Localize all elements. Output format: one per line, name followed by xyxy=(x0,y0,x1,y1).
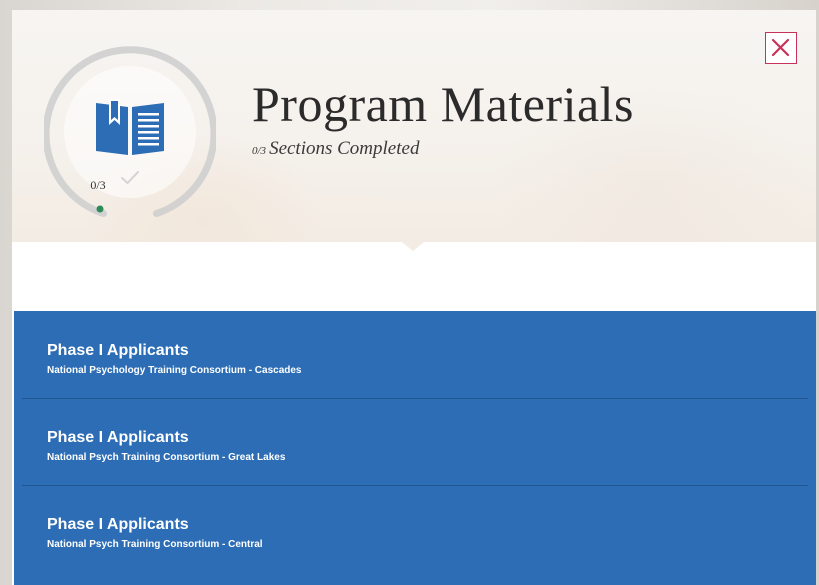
section-title: Phase I Applicants xyxy=(47,342,189,359)
sections-completed-text: Sections Completed xyxy=(269,138,420,159)
section-list: Phase I Applicants National Psychology T… xyxy=(14,311,816,585)
section-subtitle: National Psychology Training Consortium … xyxy=(47,365,302,376)
section-item-great-lakes[interactable]: Phase I Applicants National Psych Traini… xyxy=(14,398,816,485)
sections-completed-subtitle: 0/3 Sections Completed xyxy=(252,138,634,160)
section-subtitle: National Psych Training Consortium - Gre… xyxy=(47,452,286,463)
section-title: Phase I Applicants xyxy=(47,429,189,446)
section-subtitle: National Psych Training Consortium - Cen… xyxy=(47,539,263,550)
check-icon xyxy=(121,171,139,184)
section-title: Phase I Applicants xyxy=(47,516,189,533)
progress-count-label: 0/3 xyxy=(90,178,106,192)
header-notch xyxy=(402,242,424,251)
page-title: Program Materials xyxy=(252,76,635,132)
section-item-central[interactable]: Phase I Applicants National Psych Traini… xyxy=(14,485,816,572)
program-materials-modal: 0/3 Program Materials 0/3 Sections Comple… xyxy=(12,10,816,585)
progress-dot xyxy=(96,205,104,213)
section-item-cascades[interactable]: Phase I Applicants National Psychology T… xyxy=(14,311,816,398)
sections-completed-count: 0/3 xyxy=(252,145,267,157)
open-book-icon xyxy=(96,99,164,155)
close-button[interactable] xyxy=(765,32,797,64)
close-icon xyxy=(771,38,790,57)
progress-ring xyxy=(42,46,218,218)
title-block: Program Materials 0/3 Sections Completed xyxy=(252,74,634,160)
